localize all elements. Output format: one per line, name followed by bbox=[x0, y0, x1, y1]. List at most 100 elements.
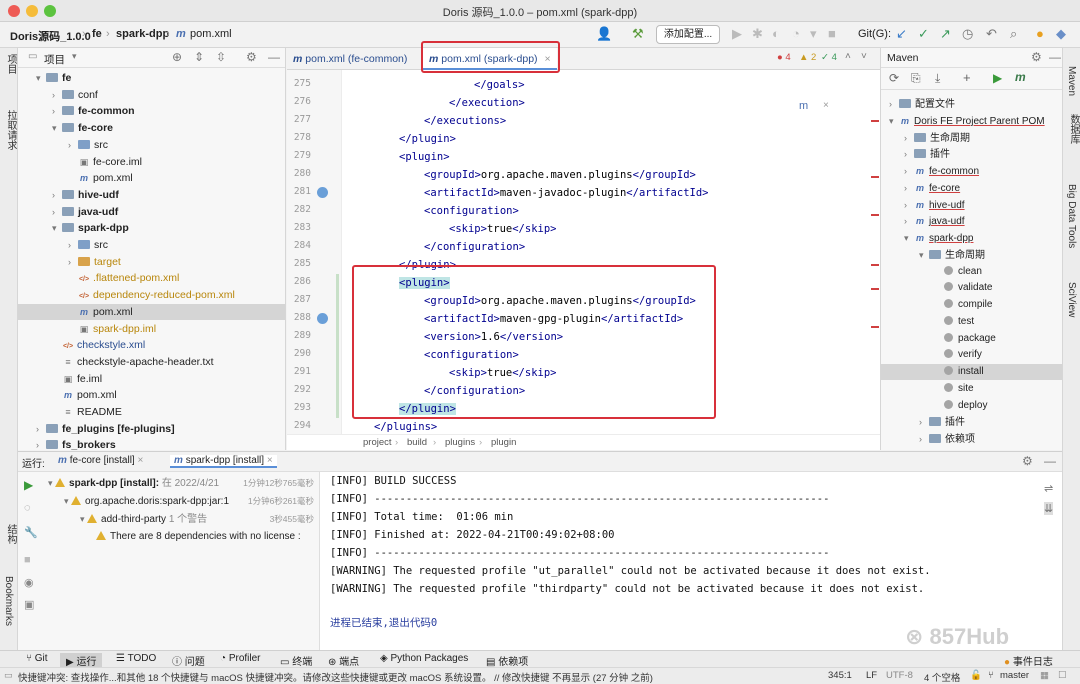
profiler-tool-button[interactable]: ◔ Profiler bbox=[220, 653, 261, 664]
maven-tree-item[interactable]: deploy bbox=[881, 398, 1062, 414]
status-message[interactable]: 快捷键冲突: 查找操作...和其他 18 个快捷键与 macOS 快捷键冲突。请… bbox=[18, 670, 658, 684]
project-tree-item[interactable]: › java-udf bbox=[18, 204, 285, 220]
project-tree-item[interactable]: ▣ spark-dpp.iml bbox=[18, 321, 285, 337]
endpoints-tool-button[interactable]: ⊛ 端点 bbox=[328, 653, 359, 668]
error-stripe-mark[interactable] bbox=[871, 264, 879, 266]
bookmarks-tool-tab[interactable]: Bookmarks bbox=[3, 576, 14, 626]
chevron-down-icon[interactable]: ▾ bbox=[48, 478, 55, 488]
chevron-right-icon[interactable]: › bbox=[904, 180, 914, 196]
git-commit-icon[interactable]: ✓ bbox=[918, 26, 929, 42]
structure-tool-tab[interactable]: 结构 bbox=[3, 524, 18, 544]
terminal-tool-button[interactable]: ▭ 终端 bbox=[280, 653, 312, 668]
maven-tree-item[interactable]: install bbox=[881, 364, 1062, 380]
maven-tree-item[interactable]: test bbox=[881, 314, 1062, 330]
code-line[interactable]: </configuration> bbox=[287, 382, 880, 400]
maven-tree-item[interactable]: › 生命周期 bbox=[881, 130, 1062, 146]
project-tree-item[interactable]: m pom.xml bbox=[18, 170, 285, 186]
project-tree-item[interactable]: ▾ fe-core bbox=[18, 120, 285, 136]
code-line[interactable]: <configuration> bbox=[287, 346, 880, 364]
project-tree-item[interactable]: ▣ fe.iml bbox=[18, 371, 285, 387]
project-tree-item[interactable]: </> .flattened-pom.xml bbox=[18, 270, 285, 286]
maven-tree-item[interactable]: package bbox=[881, 331, 1062, 347]
python-packages-tool-button[interactable]: ◈ Python Packages bbox=[380, 653, 468, 664]
code-line[interactable]: <version>1.6</version> bbox=[287, 328, 880, 346]
chevron-right-icon[interactable]: › bbox=[36, 421, 46, 437]
breadcrumb-pom[interactable]: pom.xml bbox=[190, 28, 232, 40]
error-stripe-mark[interactable] bbox=[871, 288, 879, 290]
maven-tree-item[interactable]: verify bbox=[881, 347, 1062, 363]
chevron-right-icon[interactable]: › bbox=[36, 437, 46, 450]
gear-icon[interactable]: ⚙ bbox=[1031, 50, 1042, 64]
error-stripe-mark[interactable] bbox=[871, 326, 879, 328]
chevron-right-icon[interactable]: › bbox=[68, 137, 78, 153]
gear-icon[interactable]: ⚙ bbox=[1022, 454, 1033, 468]
indent-setting[interactable]: 4 个空格 bbox=[924, 670, 960, 684]
file-encoding[interactable]: UTF-8 bbox=[886, 670, 913, 681]
chevron-down-icon[interactable]: ▾ bbox=[52, 120, 62, 136]
run-icon[interactable]: ▶ bbox=[993, 71, 1002, 85]
run-tree-item[interactable]: ▾ org.apache.doris:spark-dpp:jar:1 1分钟6秒2… bbox=[64, 493, 318, 509]
chevron-right-icon[interactable]: › bbox=[68, 254, 78, 270]
lock-icon[interactable]: 🔓 bbox=[970, 670, 982, 681]
generate-icon[interactable]: ⎘ bbox=[911, 71, 921, 86]
maven-tree-item[interactable]: ▾ m Doris FE Project Parent POM bbox=[881, 113, 1062, 129]
hide-icon[interactable]: — bbox=[1049, 50, 1061, 64]
chevron-right-icon[interactable]: › bbox=[68, 237, 78, 253]
maven-tree-item[interactable]: › 插件 bbox=[881, 146, 1062, 162]
maven-tree-item[interactable]: › m java-udf bbox=[881, 213, 1062, 229]
vcs-change-marker[interactable] bbox=[336, 274, 339, 418]
chevron-right-icon[interactable]: › bbox=[889, 96, 899, 112]
line-separator[interactable]: LF bbox=[866, 670, 877, 681]
gear-icon[interactable]: ⚙ bbox=[246, 50, 257, 64]
ide-icon[interactable]: ◆ bbox=[1056, 26, 1066, 42]
hide-icon[interactable]: — bbox=[1044, 454, 1056, 468]
breadcrumb-item[interactable]: build bbox=[407, 437, 427, 448]
chevron-right-icon[interactable]: › bbox=[919, 414, 929, 430]
chevron-right-icon[interactable]: › bbox=[904, 197, 914, 213]
project-tree-item[interactable]: › hive-udf bbox=[18, 187, 285, 203]
code-line[interactable]: <artifactId>maven-gpg-plugin</artifactId… bbox=[287, 310, 880, 328]
chevron-up-icon[interactable]: ˄ bbox=[845, 51, 851, 62]
chevron-right-icon[interactable]: › bbox=[904, 163, 914, 179]
chevron-down-icon[interactable]: ▾ bbox=[919, 247, 929, 263]
chevron-right-icon[interactable]: › bbox=[904, 146, 914, 162]
rerun-icon[interactable]: ▶ bbox=[24, 478, 33, 492]
maven-reload-icon[interactable]: m bbox=[799, 100, 808, 112]
project-tree-item[interactable]: ≡ checkstyle-apache-header.txt bbox=[18, 354, 285, 370]
error-stripe-mark[interactable] bbox=[871, 214, 879, 216]
project-tree-item[interactable]: </> dependency-reduced-pom.xml bbox=[18, 287, 285, 303]
code-line[interactable]: <plugin> bbox=[287, 274, 880, 292]
maven-tool-tab[interactable]: Maven bbox=[1066, 66, 1077, 96]
coverage-icon[interactable]: ◐ bbox=[772, 26, 780, 41]
collapse-all-icon[interactable]: ⇳ bbox=[216, 50, 226, 64]
maven-tree-item[interactable]: site bbox=[881, 381, 1062, 397]
project-tree-item[interactable]: › conf bbox=[18, 87, 285, 103]
execute-goal-icon[interactable]: m bbox=[1015, 70, 1026, 84]
chevron-right-icon[interactable]: › bbox=[52, 87, 62, 103]
maven-tree-item[interactable]: clean bbox=[881, 264, 1062, 280]
profile-icon[interactable]: ◔ bbox=[792, 26, 800, 41]
scroll-to-end-icon[interactable]: ⇊ bbox=[1044, 502, 1054, 515]
project-tree-item[interactable]: ▣ fe-core.iml bbox=[18, 154, 285, 170]
add-icon[interactable]: + bbox=[963, 70, 971, 85]
run-tab-spark-dpp[interactable]: m spark-dpp [install] × bbox=[170, 455, 277, 468]
user-icon[interactable]: 👤 bbox=[596, 26, 612, 42]
git-branch[interactable]: master bbox=[1000, 670, 1029, 681]
close-icon[interactable]: × bbox=[544, 53, 550, 65]
expand-all-icon[interactable]: ⇕ bbox=[194, 50, 204, 64]
project-tree-item[interactable]: m pom.xml bbox=[18, 387, 285, 403]
download-icon[interactable]: ⤓ bbox=[935, 71, 940, 86]
debug-icon[interactable]: ✱ bbox=[752, 26, 763, 42]
maven-tree-item[interactable]: › 配置文件 bbox=[881, 96, 1062, 112]
chevron-right-icon[interactable]: › bbox=[919, 431, 929, 447]
add-configuration-button[interactable]: 添加配置... bbox=[656, 25, 720, 44]
project-tree-item[interactable]: › fs_brokers bbox=[18, 437, 285, 450]
breadcrumb-spark-dpp[interactable]: spark-dpp bbox=[116, 28, 169, 40]
close-icon[interactable]: × bbox=[823, 100, 829, 111]
project-tree-item[interactable]: ▾ fe bbox=[18, 70, 285, 86]
updates-icon[interactable]: ● bbox=[1036, 26, 1044, 41]
toggle-view-icon[interactable]: ◌ bbox=[24, 502, 31, 514]
todo-tool-button[interactable]: ☰ TODO bbox=[116, 653, 156, 664]
error-stripe-mark[interactable] bbox=[871, 120, 879, 122]
maven-tree-item[interactable]: › m hive-udf bbox=[881, 197, 1062, 213]
